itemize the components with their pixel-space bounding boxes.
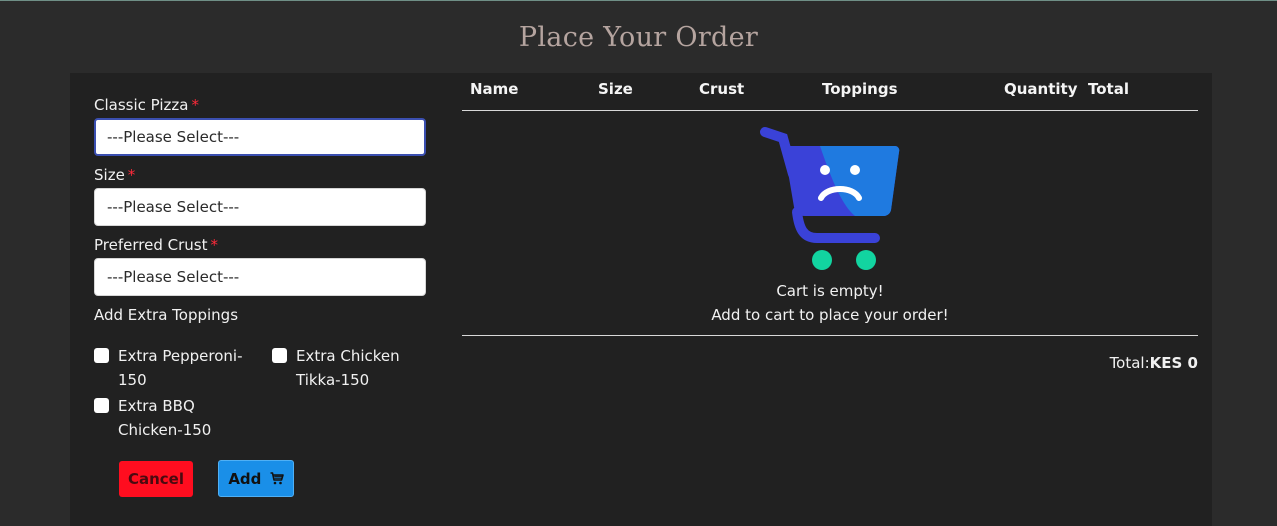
size-label-text: Size bbox=[94, 166, 125, 184]
column-header-toppings: Toppings bbox=[822, 80, 898, 98]
sad-cart-icon bbox=[760, 127, 900, 270]
pizza-select[interactable]: ---Please Select--- bbox=[94, 118, 426, 156]
toppings-label: Add Extra Toppings bbox=[94, 306, 239, 324]
column-header-total: Total bbox=[1088, 80, 1129, 98]
topping-checkbox-bbq-chicken[interactable] bbox=[94, 398, 109, 413]
table-footer-divider bbox=[462, 335, 1198, 336]
topping-checkbox-chicken-tikka[interactable] bbox=[272, 348, 287, 363]
required-marker: * bbox=[191, 96, 199, 114]
crust-select[interactable]: ---Please Select--- bbox=[94, 258, 426, 296]
crust-label: Preferred Crust * bbox=[94, 236, 218, 254]
topping-label-line: Tikka-150 bbox=[296, 371, 370, 389]
table-header-divider bbox=[462, 110, 1198, 111]
total-label: Total: bbox=[1109, 354, 1150, 372]
column-header-crust: Crust bbox=[699, 80, 745, 98]
topping-label-bbq-chicken: Extra BBQ Chicken-150 bbox=[118, 394, 211, 442]
topping-label-line: Extra Chicken bbox=[296, 347, 400, 365]
topping-label-line: Chicken-150 bbox=[118, 421, 212, 439]
pizza-select-value: ---Please Select--- bbox=[107, 128, 240, 146]
required-marker: * bbox=[210, 236, 218, 254]
cart-empty-subtitle: Add to cart to place your order! bbox=[711, 306, 949, 324]
cart-icon bbox=[270, 472, 284, 485]
column-header-quantity: Quantity bbox=[1004, 80, 1078, 98]
topping-label-line: Extra BBQ bbox=[118, 397, 195, 415]
cancel-button[interactable]: Cancel bbox=[119, 461, 193, 497]
topping-checkbox-pepperoni[interactable] bbox=[94, 348, 109, 363]
pizza-label: Classic Pizza * bbox=[94, 96, 199, 114]
top-border bbox=[0, 0, 1277, 1]
required-marker: * bbox=[127, 166, 136, 184]
column-header-size: Size bbox=[598, 80, 633, 98]
page-title: Place Your Order bbox=[518, 22, 759, 53]
cart-total: Total:KES 0 bbox=[1110, 354, 1198, 372]
add-button-label: Add bbox=[228, 470, 262, 488]
crust-label-text: Preferred Crust bbox=[94, 236, 208, 254]
topping-label-line: Extra Pepperoni- bbox=[118, 347, 243, 365]
total-value: KES 0 bbox=[1149, 354, 1198, 372]
column-header-name: Name bbox=[470, 80, 519, 98]
pizza-label-text: Classic Pizza bbox=[94, 96, 189, 114]
size-select-value: ---Please Select--- bbox=[107, 198, 240, 216]
cart-empty-title: Cart is empty! bbox=[776, 282, 884, 300]
topping-label-chicken-tikka: Extra Chicken Tikka-150 bbox=[296, 344, 400, 392]
topping-label-line: 150 bbox=[118, 371, 147, 389]
crust-select-value: ---Please Select--- bbox=[107, 268, 240, 286]
size-label: Size * bbox=[94, 166, 135, 184]
topping-label-pepperoni: Extra Pepperoni- 150 bbox=[118, 344, 242, 392]
add-to-cart-button[interactable]: Add bbox=[218, 460, 294, 497]
size-select[interactable]: ---Please Select--- bbox=[94, 188, 426, 226]
